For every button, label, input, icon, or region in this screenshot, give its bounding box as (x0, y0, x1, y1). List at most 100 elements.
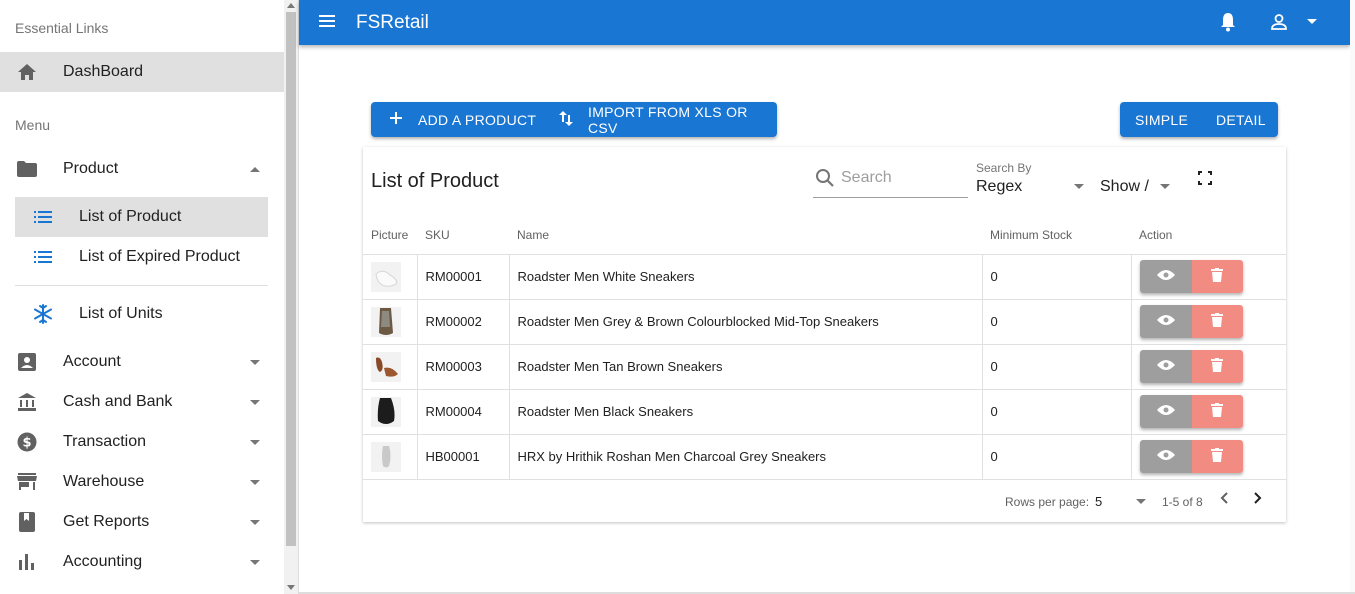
sku-cell: RM00001 (416, 254, 509, 300)
chevron-down-icon[interactable] (1160, 184, 1170, 189)
bell-icon[interactable] (1219, 12, 1237, 37)
product-thumbnail (371, 441, 401, 472)
sidebar-item-label: Accounting (63, 553, 143, 570)
search-by-label: Search By (976, 161, 1032, 175)
sku-cell: RM00002 (416, 299, 509, 345)
sidebar-item-label: Get Reports (63, 513, 150, 530)
table-row[interactable]: RM00004 Roadster Men Black Sneakers 0 (363, 389, 1286, 435)
sidebar-item-label: List of Product (79, 208, 182, 225)
sidebar-item-cash-and-bank[interactable]: Cash and Bank (0, 382, 284, 422)
book-icon (16, 511, 38, 533)
view-button[interactable] (1139, 350, 1192, 383)
trash-icon (1211, 268, 1223, 285)
sidebar-item-get-reports[interactable]: Get Reports (0, 502, 284, 542)
store-icon (16, 471, 38, 493)
column-header-picture[interactable]: Picture (363, 217, 417, 255)
sidebar-item-list-of-product[interactable]: List of Product (15, 197, 268, 237)
view-button[interactable] (1139, 395, 1192, 428)
chevron-down-icon[interactable] (1136, 499, 1146, 504)
eye-icon (1156, 269, 1175, 284)
page-scrollbar[interactable] (1350, 0, 1355, 594)
sidebar-item-account[interactable]: Account (0, 342, 284, 382)
essential-links-header: Essential Links (15, 20, 109, 36)
chevron-up-icon (250, 166, 260, 172)
product-table-card: List of Product Search By Regex Show / P… (363, 147, 1286, 522)
min-stock-cell: 0 (981, 299, 1131, 345)
search-by-select[interactable]: Regex (976, 178, 1022, 196)
detail-view-button[interactable]: DETAIL (1200, 102, 1278, 137)
list-icon (33, 207, 53, 227)
trash-icon (1211, 448, 1223, 465)
sidebar-item-label: Product (63, 160, 119, 177)
table-row[interactable]: RM00003 Roadster Men Tan Brown Sneakers … (363, 344, 1286, 390)
product-thumbnail (371, 306, 401, 337)
search-field[interactable] (813, 167, 968, 198)
sidebar-item-transaction[interactable]: $ Transaction (0, 422, 284, 462)
list-icon (33, 247, 53, 267)
add-product-button[interactable]: ADD A PRODUCT (371, 102, 541, 137)
eye-icon (1156, 449, 1175, 464)
add-product-label: ADD A PRODUCT (418, 111, 537, 128)
view-button[interactable] (1139, 260, 1192, 293)
user-icon[interactable] (1270, 13, 1288, 36)
chevron-down-icon (250, 359, 260, 365)
search-input[interactable] (841, 169, 961, 187)
account-box-icon (16, 351, 38, 373)
delete-button[interactable] (1191, 350, 1243, 383)
product-thumbnail (371, 351, 401, 382)
delete-button[interactable] (1191, 440, 1243, 473)
min-stock-cell: 0 (981, 389, 1131, 435)
simple-view-button[interactable]: SIMPLE (1120, 102, 1200, 137)
menu-icon[interactable] (319, 14, 335, 32)
delete-button[interactable] (1191, 305, 1243, 338)
table-row[interactable]: HB00001 HRX by Hrithik Roshan Men Charco… (363, 434, 1286, 480)
name-cell: Roadster Men Black Sneakers (508, 389, 982, 435)
chevron-right-icon[interactable] (1254, 492, 1262, 507)
eye-icon (1156, 359, 1175, 374)
sidebar-item-label: List of Units (79, 305, 163, 322)
sidebar-item-accounting[interactable]: Accounting (0, 542, 284, 582)
rows-per-page-select[interactable]: 5 (1095, 494, 1102, 509)
sidebar-item-warehouse[interactable]: Warehouse (0, 462, 284, 502)
eye-icon (1156, 404, 1175, 419)
sidebar-item-product[interactable]: Product (0, 149, 284, 189)
view-button[interactable] (1139, 440, 1192, 473)
scroll-down-arrow-icon[interactable] (287, 585, 295, 590)
simple-label: SIMPLE (1135, 111, 1189, 128)
sidebar-item-label: Account (63, 353, 121, 370)
table-row[interactable]: RM00002 Roadster Men Grey & Brown Colour… (363, 299, 1286, 345)
table-row[interactable]: RM00001 Roadster Men White Sneakers 0 (363, 254, 1286, 300)
import-label: IMPORT FROM XLS OR CSV (588, 103, 748, 136)
folder-icon (16, 158, 38, 180)
chevron-left-icon[interactable] (1220, 492, 1228, 507)
column-header-name[interactable]: Name (509, 217, 982, 255)
view-button[interactable] (1139, 305, 1192, 338)
chevron-down-icon[interactable] (1074, 184, 1084, 189)
card-title: List of Product (371, 170, 499, 192)
search-icon (815, 168, 835, 193)
trash-icon (1211, 313, 1223, 330)
scroll-up-arrow-icon[interactable] (287, 3, 295, 8)
column-header-min-stock[interactable]: Minimum Stock (982, 217, 1131, 255)
sidebar-item-list-of-units[interactable]: List of Units (15, 294, 268, 334)
row-actions (1139, 440, 1243, 473)
app-title: FSRetail (356, 12, 429, 33)
import-button[interactable]: IMPORT FROM XLS OR CSV (541, 102, 777, 137)
chevron-down-icon (250, 559, 260, 565)
sidebar-item-dashboard[interactable]: DashBoard (0, 52, 284, 92)
delete-button[interactable] (1191, 395, 1243, 428)
scrollbar-thumb[interactable] (286, 12, 296, 546)
delete-button[interactable] (1191, 260, 1243, 293)
show-columns-select[interactable]: Show / (1100, 178, 1149, 196)
sidebar-item-list-of-expired-product[interactable]: List of Expired Product (15, 237, 268, 277)
user-menu-chevron-icon[interactable] (1307, 19, 1317, 24)
dollar-icon: $ (16, 431, 38, 453)
min-stock-cell: 0 (981, 434, 1131, 480)
fullscreen-icon[interactable] (1198, 171, 1212, 190)
column-header-sku[interactable]: SKU (417, 217, 509, 255)
app-bar: FSRetail (299, 0, 1350, 45)
sidebar-scrollbar[interactable] (284, 0, 299, 594)
table-header-row: Picture SKU Name Minimum Stock Action (363, 217, 1286, 255)
name-cell: Roadster Men White Sneakers (508, 254, 982, 300)
eye-icon (1156, 314, 1175, 329)
